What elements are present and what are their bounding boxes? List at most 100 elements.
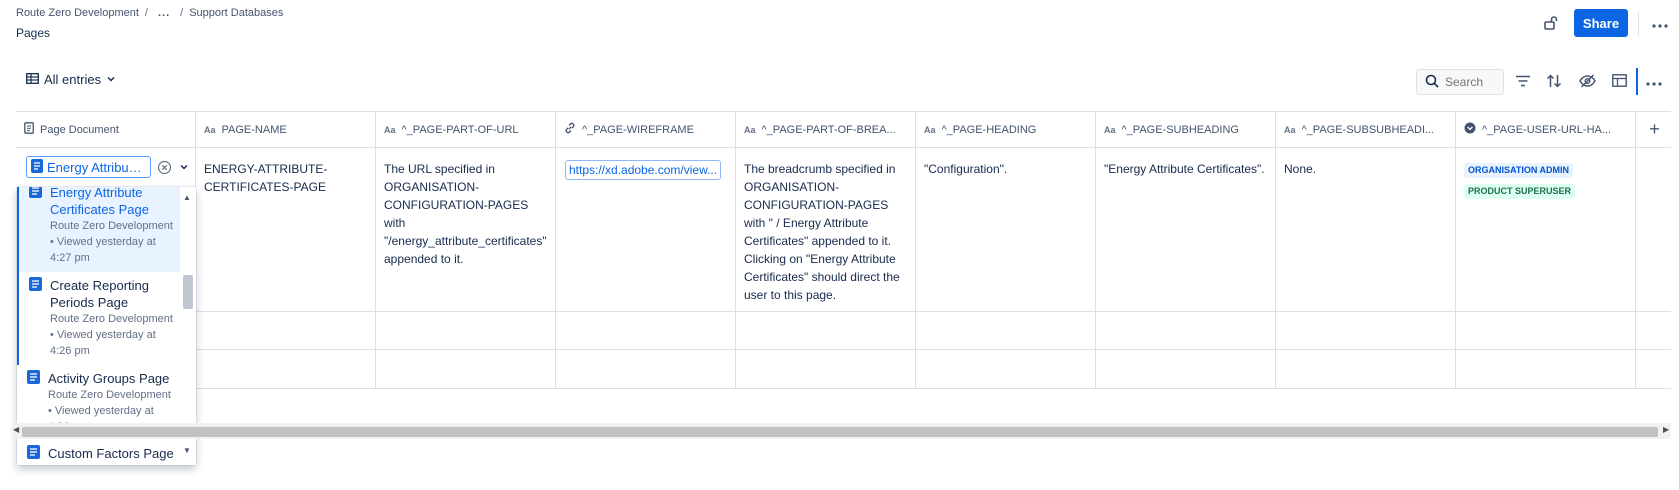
- table-icon: [1611, 74, 1627, 90]
- sort-button[interactable]: [1542, 70, 1566, 94]
- cell-page-name[interactable]: ENERGY-ATTRIBUTE-CERTIFICATES-PAGE: [196, 148, 376, 311]
- option-name: Create Reporting Periods Page: [50, 278, 149, 310]
- column-header-label: ^_PAGE-USER-URL-HA...: [1482, 123, 1612, 136]
- search-input[interactable]: [1445, 75, 1497, 89]
- empty-cell[interactable]: [736, 350, 916, 388]
- hide-fields-button[interactable]: [1575, 70, 1599, 94]
- page-icon: [27, 445, 40, 462]
- column-header-wireframe[interactable]: ^_PAGE-WIREFRAME: [556, 112, 736, 147]
- column-header-user-url[interactable]: ^_PAGE-USER-URL-HA...: [1456, 112, 1636, 147]
- empty-cell[interactable]: [376, 312, 556, 349]
- table-row: [16, 350, 1671, 388]
- clear-icon[interactable]: [157, 160, 171, 174]
- header-divider: [1638, 12, 1639, 36]
- breadcrumb-space-link[interactable]: Route Zero Development: [16, 7, 139, 19]
- page-title: Pages: [16, 26, 51, 40]
- column-header-label: ^_PAGE-PART-OF-BREA...: [761, 123, 896, 136]
- option-name: Activity Groups Page: [48, 371, 170, 386]
- empty-cell[interactable]: [916, 350, 1096, 388]
- empty-cell[interactable]: [556, 312, 736, 349]
- chevron-down-icon[interactable]: [177, 160, 191, 174]
- cell-subheading[interactable]: "Energy Attribute Certificates".: [1096, 148, 1276, 311]
- cell-user-url[interactable]: ORGANISATION ADMIN PRODUCT SUPERUSER: [1456, 148, 1636, 311]
- dropdown-scroll-thumb[interactable]: [183, 275, 193, 309]
- cell-wireframe[interactable]: https://xd.adobe.com/view...: [556, 148, 736, 311]
- column-header-subsubheading[interactable]: Aa ^_PAGE-SUBSUBHEADI...: [1276, 112, 1456, 147]
- empty-cell[interactable]: [736, 312, 916, 349]
- column-header-label: ^_PAGE-PART-OF-URL: [401, 123, 519, 136]
- cell-empty: [1636, 148, 1671, 311]
- column-header-subheading[interactable]: Aa ^_PAGE-SUBHEADING: [1096, 112, 1276, 147]
- empty-cell[interactable]: [196, 312, 376, 349]
- empty-cell[interactable]: [1456, 350, 1636, 388]
- toolbar-divider: [1636, 68, 1638, 95]
- text-field-icon: Aa: [924, 124, 936, 135]
- empty-cell[interactable]: [1276, 312, 1456, 349]
- column-header-label: ^_PAGE-HEADING: [941, 123, 1037, 136]
- table-row: ENERGY-ATTRIBUTE-CERTIFICATES-PAGE The U…: [16, 148, 1671, 312]
- text-field-icon: Aa: [744, 124, 756, 135]
- table-view-icon: [26, 72, 39, 87]
- empty-cell[interactable]: [1096, 350, 1276, 388]
- column-header-heading[interactable]: Aa ^_PAGE-HEADING: [916, 112, 1096, 147]
- tag-select-icon: [1464, 122, 1476, 137]
- column-header-label: ^_PAGE-WIREFRAME: [582, 123, 694, 136]
- database-table: Page Document Aa PAGE-NAME Aa ^_PAGE-PAR…: [16, 111, 1671, 389]
- page-icon: [29, 187, 42, 266]
- breadcrumb-parent-link[interactable]: Support Databases: [189, 7, 283, 19]
- breadcrumb-separator: /: [144, 7, 148, 19]
- add-column-button[interactable]: +: [1636, 112, 1671, 147]
- column-header-label: ^_PAGE-SUBSUBHEADI...: [1301, 123, 1435, 136]
- column-header-part-of-url[interactable]: Aa ^_PAGE-PART-OF-URL: [376, 112, 556, 147]
- toolbar-more-button[interactable]: [1642, 70, 1666, 94]
- restrictions-button[interactable]: [1538, 12, 1562, 36]
- text-field-icon: Aa: [1104, 124, 1116, 135]
- column-header-part-of-breadcrumb[interactable]: Aa ^_PAGE-PART-OF-BREA...: [736, 112, 916, 147]
- scroll-right-icon[interactable]: ▶: [1663, 425, 1669, 434]
- empty-cell[interactable]: [1276, 350, 1456, 388]
- empty-cell[interactable]: [1456, 312, 1636, 349]
- scroll-up-icon[interactable]: ▲: [183, 193, 191, 202]
- empty-cell[interactable]: [556, 350, 736, 388]
- cell-part-of-breadcrumb[interactable]: The breadcrumb specified in ORGANISATION…: [736, 148, 916, 311]
- empty-cell: [1636, 350, 1671, 388]
- text-field-icon: Aa: [204, 124, 216, 135]
- dropdown-option[interactable]: Custom Factors Page: [17, 439, 180, 465]
- filter-icon: [1515, 75, 1531, 90]
- link-icon: [564, 122, 576, 137]
- view-selector[interactable]: All entries: [26, 72, 116, 87]
- breadcrumb-separator: /: [180, 7, 184, 19]
- horizontal-scroll-thumb[interactable]: [22, 427, 1658, 437]
- breadcrumb-ellipsis-button[interactable]: ...: [154, 7, 174, 19]
- plus-icon: +: [1649, 119, 1660, 139]
- wireframe-link[interactable]: https://xd.adobe.com/view...: [565, 160, 722, 180]
- breadcrumb: Route Zero Development / ... / Support D…: [16, 7, 283, 19]
- scroll-down-icon[interactable]: ▼: [183, 446, 191, 455]
- empty-cell[interactable]: [196, 350, 376, 388]
- selected-document-chip[interactable]: Energy Attribute Certificates Page: [26, 156, 151, 178]
- page-icon: [31, 158, 43, 176]
- empty-cell[interactable]: [376, 350, 556, 388]
- empty-cell[interactable]: [1096, 312, 1276, 349]
- scroll-left-icon[interactable]: ◀: [13, 425, 19, 434]
- table-layout-button[interactable]: [1607, 70, 1631, 94]
- column-header-page-document[interactable]: Page Document: [16, 112, 196, 147]
- view-selector-label: All entries: [44, 72, 102, 87]
- page-document-selector[interactable]: Energy Attribute Certificates Page: [26, 155, 192, 179]
- column-header-page-name[interactable]: Aa PAGE-NAME: [196, 112, 376, 147]
- document-icon: [24, 122, 34, 137]
- sort-icon: [1546, 73, 1562, 91]
- empty-cell[interactable]: [916, 312, 1096, 349]
- option-space: Route Zero Development: [50, 313, 173, 325]
- cell-subsubheading[interactable]: None.: [1276, 148, 1456, 311]
- search-field[interactable]: [1416, 69, 1504, 95]
- cell-heading[interactable]: "Configuration".: [916, 148, 1096, 311]
- more-actions-button[interactable]: [1648, 12, 1672, 36]
- status-badge: ORGANISATION ADMIN: [1464, 163, 1573, 178]
- more-icon: [1652, 17, 1668, 31]
- dropdown-option[interactable]: Create Reporting Periods Page Route Zero…: [17, 271, 180, 365]
- share-button[interactable]: Share: [1574, 9, 1628, 37]
- cell-part-of-url[interactable]: The URL specified in ORGANISATION-CONFIG…: [376, 148, 556, 311]
- dropdown-option[interactable]: Energy Attribute Certificates Page Route…: [17, 187, 180, 272]
- filter-button[interactable]: [1511, 70, 1535, 94]
